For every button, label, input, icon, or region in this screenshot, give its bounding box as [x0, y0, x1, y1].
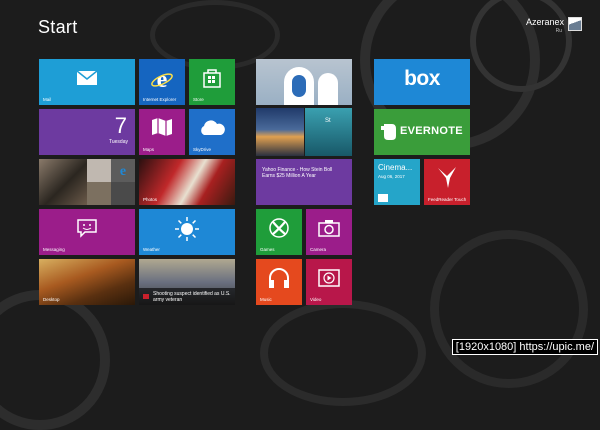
tile-desktop[interactable]: Desktop	[39, 259, 135, 305]
tile-photos-label: Photos	[143, 197, 158, 202]
tile-calendar[interactable]: 7 Tuesday	[39, 109, 135, 155]
tile-people[interactable]: e	[39, 159, 135, 205]
news-headline: Shooting suspect identified as U.S. army…	[153, 291, 231, 303]
calendar-day: 7	[114, 113, 127, 138]
box-logo: box	[404, 67, 440, 90]
travel-photo-shape	[292, 75, 306, 97]
tile-finance[interactable]: Yahoo Finance - How Stein Boll Earns $25…	[256, 159, 352, 205]
background-ornament	[470, 0, 572, 92]
tile-box[interactable]: box	[374, 59, 470, 105]
evernote-elephant-icon	[380, 121, 398, 141]
tile-store-label: Store	[193, 97, 204, 102]
mail-icon	[76, 70, 98, 86]
bird-icon	[435, 164, 459, 190]
tile-maps-label: Maps	[143, 147, 155, 152]
tile-feedreader[interactable]: FeedReader Touch	[424, 159, 470, 205]
avatar[interactable]	[568, 17, 582, 31]
news-icon	[143, 294, 149, 299]
svg-text:e: e	[157, 67, 168, 91]
tile-mail-label: Mail	[43, 97, 52, 102]
cinema-title: Cinema...	[378, 163, 413, 172]
tile-photos[interactable]: Photos	[139, 159, 235, 205]
tile-messaging-label: Messaging	[43, 247, 65, 252]
travel-caption: St	[325, 118, 331, 124]
tile-desktop-label: Desktop	[43, 297, 60, 302]
tile-internet-explorer-label: Internet Explorer	[143, 97, 177, 102]
image-credit: [1920x1080] https://upic.me/	[451, 339, 598, 355]
finance-headline: Yahoo Finance - How Stein Boll Earns $25…	[262, 167, 333, 179]
store-icon	[201, 67, 223, 89]
evernote-logo-text: EVERNOTE	[400, 125, 463, 137]
tile-travel-photo[interactable]: St	[305, 108, 352, 156]
sun-icon	[174, 216, 200, 242]
tile-news[interactable]: Shooting suspect identified as U.S. army…	[139, 259, 235, 305]
people-photo	[111, 182, 135, 205]
tile-camera-label: Camera	[310, 247, 327, 252]
internet-explorer-icon: e	[150, 67, 174, 91]
tile-camera[interactable]: Camera	[306, 209, 352, 255]
tile-games[interactable]: Games	[256, 209, 302, 255]
tile-cinema[interactable]: Cinema... Aug 06, 2017	[374, 159, 420, 205]
tile-store[interactable]: Store	[189, 59, 235, 105]
camera-icon	[317, 218, 341, 238]
tile-maps[interactable]: Maps	[139, 109, 185, 155]
cinema-badge-icon	[378, 194, 388, 202]
people-photo	[39, 159, 87, 205]
background-ornament	[0, 290, 110, 430]
xbox-icon	[268, 217, 290, 239]
cinema-date: Aug 06, 2017	[378, 174, 405, 179]
travel-photo-shape	[318, 73, 338, 105]
message-bubble-icon	[76, 218, 98, 238]
tile-feedreader-label: FeedReader Touch	[428, 197, 467, 202]
tile-video-label: Video	[310, 297, 322, 302]
tile-games-label: Games	[260, 247, 275, 252]
tile-weather[interactable]: Weather	[139, 209, 235, 255]
tile-travel[interactable]	[256, 59, 352, 105]
video-play-icon	[318, 268, 340, 288]
calendar-weekday: Tuesday	[109, 139, 128, 145]
tile-music[interactable]: Music	[256, 259, 302, 305]
tile-music-label: Music	[260, 297, 272, 302]
tile-mail[interactable]: Mail	[39, 59, 135, 105]
background-ornament	[430, 230, 588, 388]
headphones-icon	[267, 267, 291, 289]
tile-travel-city[interactable]	[256, 108, 304, 156]
cloud-icon	[198, 119, 226, 137]
people-photo	[87, 159, 111, 182]
tile-skydrive-label: SkyDrive	[193, 147, 212, 152]
svg-text:e: e	[120, 164, 126, 177]
tile-weather-label: Weather	[143, 247, 160, 252]
tile-internet-explorer[interactable]: e Internet Explorer	[139, 59, 185, 105]
tile-evernote[interactable]: EVERNOTE	[374, 109, 470, 155]
user-subtitle: Ru	[555, 28, 562, 34]
user-name[interactable]: Azeranex	[526, 17, 564, 27]
background-ornament	[260, 300, 426, 406]
start-screen-title: Start	[38, 17, 78, 37]
tile-video[interactable]: Video	[306, 259, 352, 305]
internet-explorer-icon: e	[116, 163, 130, 177]
tile-skydrive[interactable]: SkyDrive	[189, 109, 235, 155]
tile-messaging[interactable]: Messaging	[39, 209, 135, 255]
people-photo	[87, 182, 111, 205]
maps-icon	[150, 116, 174, 138]
